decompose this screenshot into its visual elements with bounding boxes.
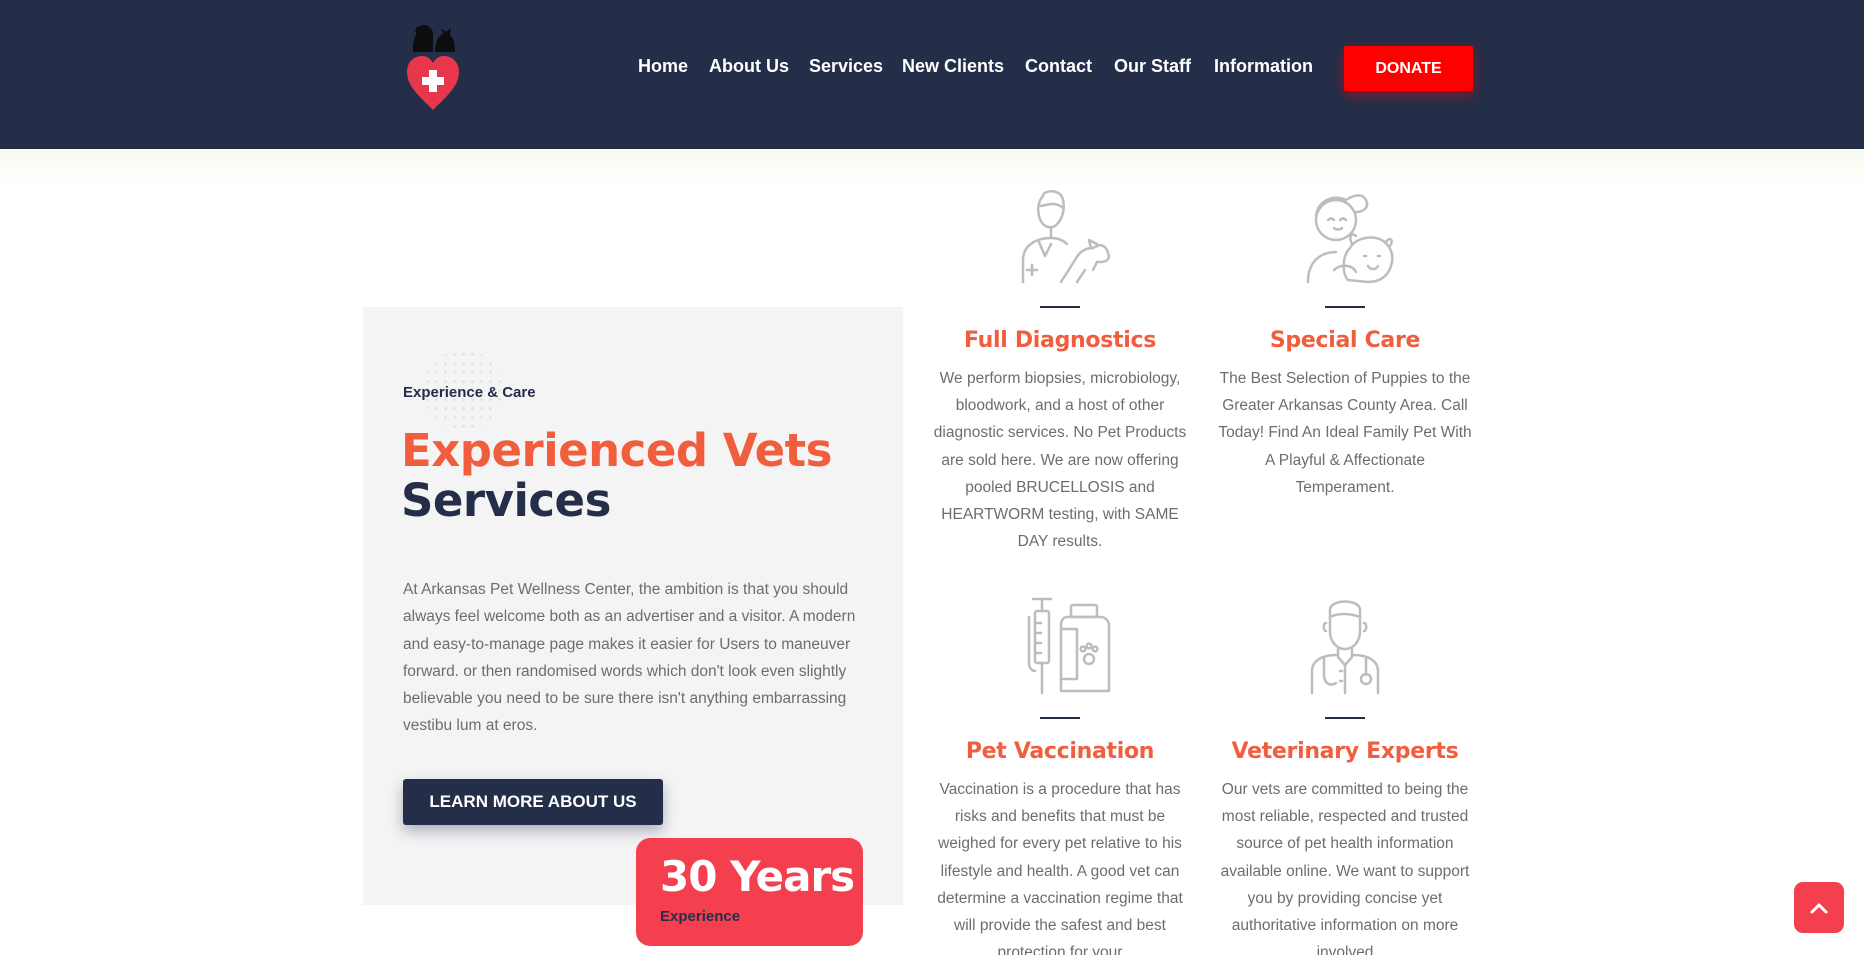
section-eyebrow: Experience & Care (403, 384, 536, 401)
service-card-diagnostics: Full Diagnostics We perform biopsies, mi… (930, 186, 1190, 555)
nav-information[interactable]: Information (1214, 56, 1313, 77)
service-text: Vaccination is a procedure that has risk… (937, 781, 1183, 955)
experience-badge: 30 Years Experience (636, 838, 863, 946)
service-title: Veterinary Experts (1231, 739, 1459, 764)
section-title-main: Services (401, 474, 611, 527)
service-title: Special Care (1269, 328, 1421, 353)
card-divider (1325, 717, 1365, 719)
learn-more-button[interactable]: LEARN MORE ABOUT US (403, 779, 663, 825)
nav-our-staff[interactable]: Our Staff (1114, 56, 1191, 77)
service-text: The Best Selection of Puppies to the Gre… (1218, 370, 1472, 496)
service-card-vaccination: Pet Vaccination Vaccination is a procedu… (930, 597, 1190, 955)
card-divider (1040, 717, 1080, 719)
girl-with-puppy-icon (1306, 194, 1394, 284)
service-card-experts: Veterinary Experts Our vets are committe… (1215, 597, 1475, 955)
experience-label: Experience (660, 908, 741, 925)
service-text: We perform biopsies, microbiology, blood… (933, 370, 1187, 551)
service-title: Pet Vaccination (965, 739, 1155, 764)
card-divider (1325, 306, 1365, 308)
vet-logo-icon[interactable] (405, 22, 461, 114)
service-card-special-care: Special Care The Best Selection of Puppi… (1215, 186, 1475, 501)
nav-about-us[interactable]: About Us (709, 56, 789, 77)
donate-button[interactable]: DONATE (1344, 46, 1473, 91)
header-fade (0, 149, 1864, 189)
syringe-and-bottle-icon (1027, 597, 1111, 695)
experience-years: 30 Years (660, 852, 855, 901)
chevron-up-icon (1810, 903, 1828, 913)
scroll-to-top-button[interactable] (1794, 882, 1844, 933)
service-title: Full Diagnostics (964, 328, 1156, 353)
about-description: At Arkansas Pet Wellness Center, the amb… (403, 581, 856, 735)
doctor-with-stethoscope-icon (1310, 600, 1380, 695)
service-text: Our vets are committed to being the most… (1220, 781, 1470, 955)
nav-home[interactable]: Home (638, 56, 688, 77)
site-header: Home About Us Services New Clients Conta… (0, 0, 1864, 149)
vet-with-dog-icon (1021, 190, 1111, 284)
section-title-accent: Experienced Vets (401, 424, 832, 477)
nav-new-clients[interactable]: New Clients (902, 56, 1004, 77)
card-divider (1040, 306, 1080, 308)
nav-services[interactable]: Services (809, 56, 883, 77)
nav-contact[interactable]: Contact (1025, 56, 1092, 77)
